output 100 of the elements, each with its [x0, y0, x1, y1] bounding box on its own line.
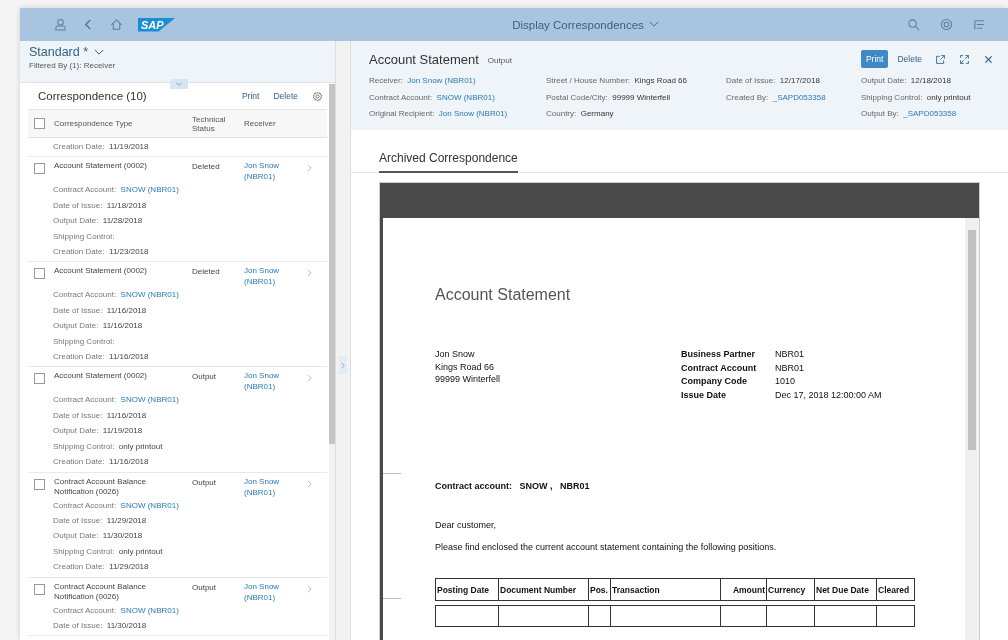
detail-line: Creation Date: 11/23/2018: [52, 246, 150, 259]
row-checkbox[interactable]: [34, 163, 45, 175]
detail-line: Output Date: 11/28/2018: [52, 215, 144, 228]
tab[interactable]: Archived Correspondence: [379, 151, 518, 173]
chevron-down-icon[interactable]: [94, 48, 105, 56]
detail-line: Contract Account: SNOW (NBR01): [52, 394, 180, 407]
share-icon[interactable]: [935, 53, 946, 65]
header-field: Original Recipient: Jon Snow (NBR01): [369, 106, 546, 123]
app-title[interactable]: Display Correspondences: [394, 18, 907, 31]
toolbar-button[interactable]: Delete: [273, 89, 298, 103]
detail-line: Date of Issue: 11/16/2018: [52, 409, 148, 422]
detail-line: Contract Account: SNOW (NBR01): [52, 499, 180, 512]
row-checkbox[interactable]: [34, 373, 45, 385]
settings-icon[interactable]: [312, 90, 323, 102]
detail-line: Shipping Control:: [52, 230, 116, 243]
chevron-right-icon[interactable]: [307, 269, 312, 278]
technical-status: Output: [192, 477, 217, 487]
detail-line: Creation Date: 11/16/2018: [52, 351, 150, 364]
header-field: Country: Germany: [546, 106, 726, 123]
select-all-checkbox[interactable]: [34, 118, 45, 129]
info-label: Business Partner: [681, 348, 757, 361]
chevron-down-icon: [175, 81, 183, 87]
header-field: Shipping Control: only printout: [861, 89, 994, 106]
table-header-cell: Currency: [766, 579, 814, 600]
detail-line: Output Date: 11/30/2018: [52, 530, 144, 543]
help-icon[interactable]: [940, 18, 953, 31]
close-icon[interactable]: [983, 53, 994, 65]
detail-line: Creation Date: 11/19/2018: [52, 141, 150, 153]
body-text: Please find enclosed the current account statement containing the following positions.: [435, 542, 778, 552]
technical-status: Deleted: [192, 162, 221, 172]
document-title: Account Statement: [435, 286, 572, 304]
column-header: Receiver: [244, 119, 277, 128]
greeting-text: Dear customer,: [435, 520, 498, 530]
detail-line: Shipping Control: only printout: [52, 545, 164, 558]
table-header-cell: Amount: [720, 579, 766, 600]
contract-line: Contract account: SNOW , NBR01: [435, 481, 591, 491]
info-label: Company Code: [681, 375, 748, 388]
detail-line: Date of Issue: 11/29/2018: [52, 514, 148, 527]
correspondence-type: Account Statement (0002): [54, 266, 148, 277]
info-value: NBR01: [775, 361, 804, 375]
menu-icon[interactable]: [973, 18, 986, 31]
scrollbar-thumb[interactable]: [968, 230, 976, 450]
chevron-right-icon: [341, 361, 345, 369]
chevron-right-icon[interactable]: [307, 374, 312, 383]
object-title: Account Statement: [369, 51, 479, 67]
header-field: Output By: _SAPD053358: [861, 106, 994, 123]
detail-line: Shipping Control:: [52, 335, 116, 348]
header-field: Contract Account: SNOW (NBR01): [369, 89, 546, 106]
address-line: 99999 Winterfell: [435, 373, 502, 386]
table-header-cell: Net Due Date: [814, 579, 876, 600]
technical-status: Output: [192, 372, 217, 382]
detail-line: Date of Issue: 11/16/2018: [52, 304, 148, 317]
toolbar-button[interactable]: Print: [241, 89, 260, 103]
info-value: NBR01: [775, 348, 804, 361]
table-header-cell: Transaction: [610, 579, 720, 600]
receiver-link[interactable]: Jon Snow (NBR01): [244, 370, 299, 393]
technical-status: Deleted: [192, 267, 221, 277]
header-field: Output Date: 12/18/2018: [861, 73, 994, 90]
correspondence-type: Contract Account Balance Notification (0026): [54, 476, 148, 497]
receiver-link[interactable]: Jon Snow (NBR01): [244, 160, 299, 183]
info-label: Contract Account: [681, 361, 758, 375]
correspondence-type: Contract Account Balance Notification (0026): [54, 581, 148, 602]
object-status: Output: [487, 56, 512, 65]
table-header-cell: Cleared: [876, 579, 914, 600]
row-checkbox[interactable]: [34, 268, 45, 280]
fullscreen-icon[interactable]: [959, 53, 970, 65]
technical-status: Output: [192, 582, 217, 592]
address-line: Jon Snow: [435, 348, 476, 361]
header-field: Date of Issue: 12/17/2018: [726, 73, 861, 90]
chevron-down-icon[interactable]: [648, 21, 659, 28]
action-button[interactable]: Delete: [897, 52, 922, 66]
receiver-link[interactable]: Jon Snow (NBR01): [244, 265, 299, 288]
receiver-link[interactable]: Jon Snow (NBR01): [244, 475, 299, 498]
list-title: Correspondence (10): [38, 90, 148, 102]
expand-button[interactable]: [339, 356, 347, 374]
table-header-cell-text: Posting Date: [436, 583, 490, 597]
chevron-right-icon[interactable]: [307, 479, 312, 488]
chevron-right-icon[interactable]: [307, 584, 312, 593]
detail-line: Creation Date: 11/29/2018: [52, 561, 150, 574]
chevron-right-icon[interactable]: [307, 164, 312, 173]
info-value: 1010: [775, 375, 796, 388]
action-button[interactable]: Print: [860, 50, 889, 68]
home-icon[interactable]: [110, 18, 123, 31]
search-icon[interactable]: [907, 18, 920, 31]
detail-line: Contract Account: SNOW (NBR01): [52, 604, 180, 617]
collapse-button[interactable]: [170, 79, 188, 89]
row-checkbox[interactable]: [34, 583, 45, 595]
correspondence-type: Account Statement (0002): [54, 371, 148, 382]
table-header-cell: Document Number: [498, 579, 588, 600]
detail-line: Output Date: 11/16/2018: [52, 320, 144, 333]
logo[interactable]: SAP: [138, 17, 176, 32]
scrollbar-thumb[interactable]: [329, 84, 335, 444]
header-field: Receiver: Jon Snow (NBR01): [369, 73, 546, 90]
column-header: Technical Status: [192, 114, 227, 133]
user-icon[interactable]: [54, 18, 67, 31]
header-field: Street / House Number: Kings Road 66: [546, 73, 726, 90]
row-checkbox[interactable]: [34, 478, 45, 490]
variant-selector[interactable]: Standard *: [29, 45, 335, 59]
header-field: Created By: _SAPD053358: [726, 89, 861, 106]
receiver-link[interactable]: Jon Snow (NBR01): [244, 580, 299, 603]
